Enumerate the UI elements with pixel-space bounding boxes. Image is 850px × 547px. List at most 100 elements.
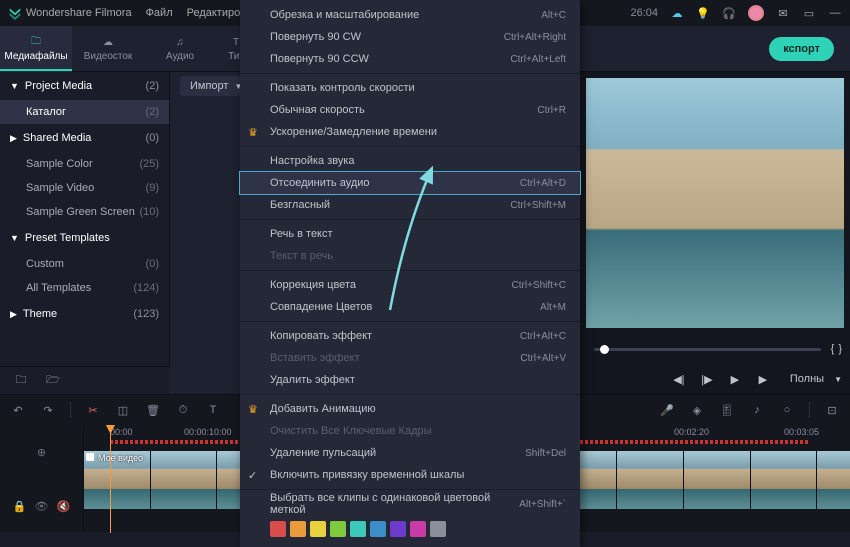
- ctx-item[interactable]: ♛Добавить Анимацию: [240, 398, 580, 420]
- sidebar-item-custom[interactable]: Custom (0): [0, 252, 169, 276]
- avatar-icon[interactable]: [748, 5, 764, 21]
- tab-audio[interactable]: ♫ Аудио: [144, 26, 216, 72]
- sidebar-item-sample-video[interactable]: Sample Video (9): [0, 176, 169, 200]
- group-label: Preset Templates: [25, 232, 110, 244]
- preview-viewport[interactable]: [586, 78, 844, 328]
- ctx-item[interactable]: Настройка звука: [240, 150, 580, 172]
- item-label: All Templates: [26, 282, 91, 294]
- context-menu[interactable]: Обрезка и масштабированиеAlt+CПовернуть …: [240, 0, 580, 547]
- color-swatch[interactable]: [410, 521, 426, 537]
- sidebar-item-catalog[interactable]: Каталог (2): [0, 100, 169, 124]
- ctx-item[interactable]: Удалить эффект: [240, 369, 580, 391]
- sidebar-group-shared[interactable]: ▶ Shared Media (0): [0, 124, 169, 152]
- bracket-close-icon[interactable]: }: [838, 343, 842, 355]
- marker-icon[interactable]: ◈: [689, 402, 705, 418]
- ctx-item[interactable]: Выбрать все клипы с одинаковой цветовой …: [240, 493, 580, 515]
- voiceover-icon[interactable]: 🎤: [659, 402, 675, 418]
- sidebar-group-presets[interactable]: ▼ Preset Templates: [0, 224, 169, 252]
- eye-icon[interactable]: 👁: [35, 500, 49, 513]
- color-swatch[interactable]: [390, 521, 406, 537]
- ctx-label: Обрезка и масштабирование: [270, 9, 419, 21]
- window-icon[interactable]: ▭: [802, 6, 816, 20]
- add-folder-icon[interactable]: 🗀: [14, 374, 28, 388]
- bulb-icon[interactable]: 💡: [696, 6, 710, 20]
- color-swatch[interactable]: [310, 521, 326, 537]
- ctx-item[interactable]: Обычная скоростьCtrl+R: [240, 99, 580, 121]
- ctx-item[interactable]: ✓Включить привязку временной шкалы: [240, 464, 580, 486]
- color-swatch[interactable]: [330, 521, 346, 537]
- lock-icon[interactable]: 🔒: [13, 500, 27, 513]
- color-swatch[interactable]: [270, 521, 286, 537]
- track-video-header[interactable]: 🔒 👁 🔇: [0, 479, 84, 533]
- video-clip[interactable]: [151, 451, 218, 509]
- ctx-label: Речь в текст: [270, 228, 333, 240]
- tab-label: Аудио: [166, 51, 194, 62]
- cloud-icon[interactable]: ☁: [670, 6, 684, 20]
- zoom-fit-icon[interactable]: ⊡: [824, 402, 840, 418]
- ctx-item[interactable]: Удаление пульсацийShift+Del: [240, 442, 580, 464]
- frame-back-icon[interactable]: |▶: [698, 370, 716, 388]
- color-swatch[interactable]: [370, 521, 386, 537]
- menu-file[interactable]: Файл: [146, 7, 173, 19]
- video-clip[interactable]: [817, 451, 850, 509]
- export-button[interactable]: кспорт: [769, 37, 834, 61]
- frame-fwd-icon[interactable]: ▶: [754, 370, 772, 388]
- playback-mode[interactable]: Полны: [790, 373, 824, 385]
- speed-icon[interactable]: ⏱: [175, 402, 191, 418]
- sidebar-group-project[interactable]: ▼ Project Media (2): [0, 72, 169, 100]
- item-label: Sample Video: [26, 182, 94, 194]
- video-clip[interactable]: [684, 451, 751, 509]
- ctx-item[interactable]: Речь в текст: [240, 223, 580, 245]
- ctx-item[interactable]: Копировать эффектCtrl+Alt+C: [240, 325, 580, 347]
- count: (2): [146, 80, 159, 92]
- ctx-item[interactable]: Совпадение ЦветовAlt+M: [240, 296, 580, 318]
- playhead[interactable]: [110, 425, 111, 533]
- sidebar-item-sample-color[interactable]: Sample Color (25): [0, 152, 169, 176]
- shortcut: Ctrl+Alt+C: [520, 331, 566, 342]
- ctx-item[interactable]: Отсоединить аудиоCtrl+Alt+D: [240, 172, 580, 194]
- headphones-icon[interactable]: 🎧: [722, 6, 736, 20]
- progress-slider[interactable]: [594, 348, 821, 351]
- count: (25): [139, 158, 159, 170]
- color-swatch[interactable]: [430, 521, 446, 537]
- color-swatch[interactable]: [350, 521, 366, 537]
- sidebar-item-all-templates[interactable]: All Templates (124): [0, 276, 169, 300]
- ctx-item[interactable]: Показать контроль скорости: [240, 77, 580, 99]
- video-clip[interactable]: [751, 451, 818, 509]
- video-clip[interactable]: Мое видео: [84, 451, 151, 509]
- redo-icon[interactable]: ↷: [40, 402, 56, 418]
- text-icon[interactable]: T: [205, 402, 221, 418]
- count: (2): [146, 106, 159, 118]
- ctx-item[interactable]: Обрезка и масштабированиеAlt+C: [240, 4, 580, 26]
- mute-icon[interactable]: 🔇: [56, 500, 70, 513]
- chevron-down-icon: ▼: [10, 233, 19, 243]
- crop-icon[interactable]: ◫: [115, 402, 131, 418]
- video-clip[interactable]: [617, 451, 684, 509]
- play-icon[interactable]: ▶: [726, 370, 744, 388]
- tab-media[interactable]: 🗀 Медиафайлы: [0, 26, 72, 72]
- cloud-upload-icon[interactable]: 🗁: [46, 374, 60, 388]
- tab-stock[interactable]: ☁ Видеосток: [72, 26, 144, 72]
- bracket-open-icon[interactable]: {: [831, 343, 835, 355]
- cut-icon[interactable]: ✂: [85, 402, 101, 418]
- step-back-icon[interactable]: ◀|: [670, 370, 688, 388]
- shortcut: Ctrl+Shift+C: [512, 280, 566, 291]
- undo-icon[interactable]: ↶: [10, 402, 26, 418]
- sidebar-group-theme[interactable]: ▶ Theme (123): [0, 300, 169, 328]
- logo-icon: [8, 6, 22, 20]
- ctx-item[interactable]: ♛Ускорение/Замедление времени: [240, 121, 580, 143]
- minimize-icon[interactable]: —: [828, 6, 842, 20]
- record-icon[interactable]: ○: [779, 402, 795, 418]
- track-add[interactable]: ⊕: [0, 425, 84, 479]
- audio-icon[interactable]: ♪: [749, 402, 765, 418]
- ctx-item[interactable]: БезгласныйCtrl+Shift+M: [240, 194, 580, 216]
- ctx-item[interactable]: Коррекция цветаCtrl+Shift+C: [240, 274, 580, 296]
- delete-icon[interactable]: 🗑: [145, 402, 161, 418]
- ctx-item[interactable]: Повернуть 90 CWCtrl+Alt+Right: [240, 26, 580, 48]
- mixer-icon[interactable]: 🎚: [719, 402, 735, 418]
- sidebar-item-sample-green[interactable]: Sample Green Screen (10): [0, 200, 169, 224]
- chevron-down-icon: ▼: [834, 375, 842, 384]
- color-swatch[interactable]: [290, 521, 306, 537]
- mail-icon[interactable]: ✉: [776, 6, 790, 20]
- ctx-item[interactable]: Повернуть 90 CCWCtrl+Alt+Left: [240, 48, 580, 70]
